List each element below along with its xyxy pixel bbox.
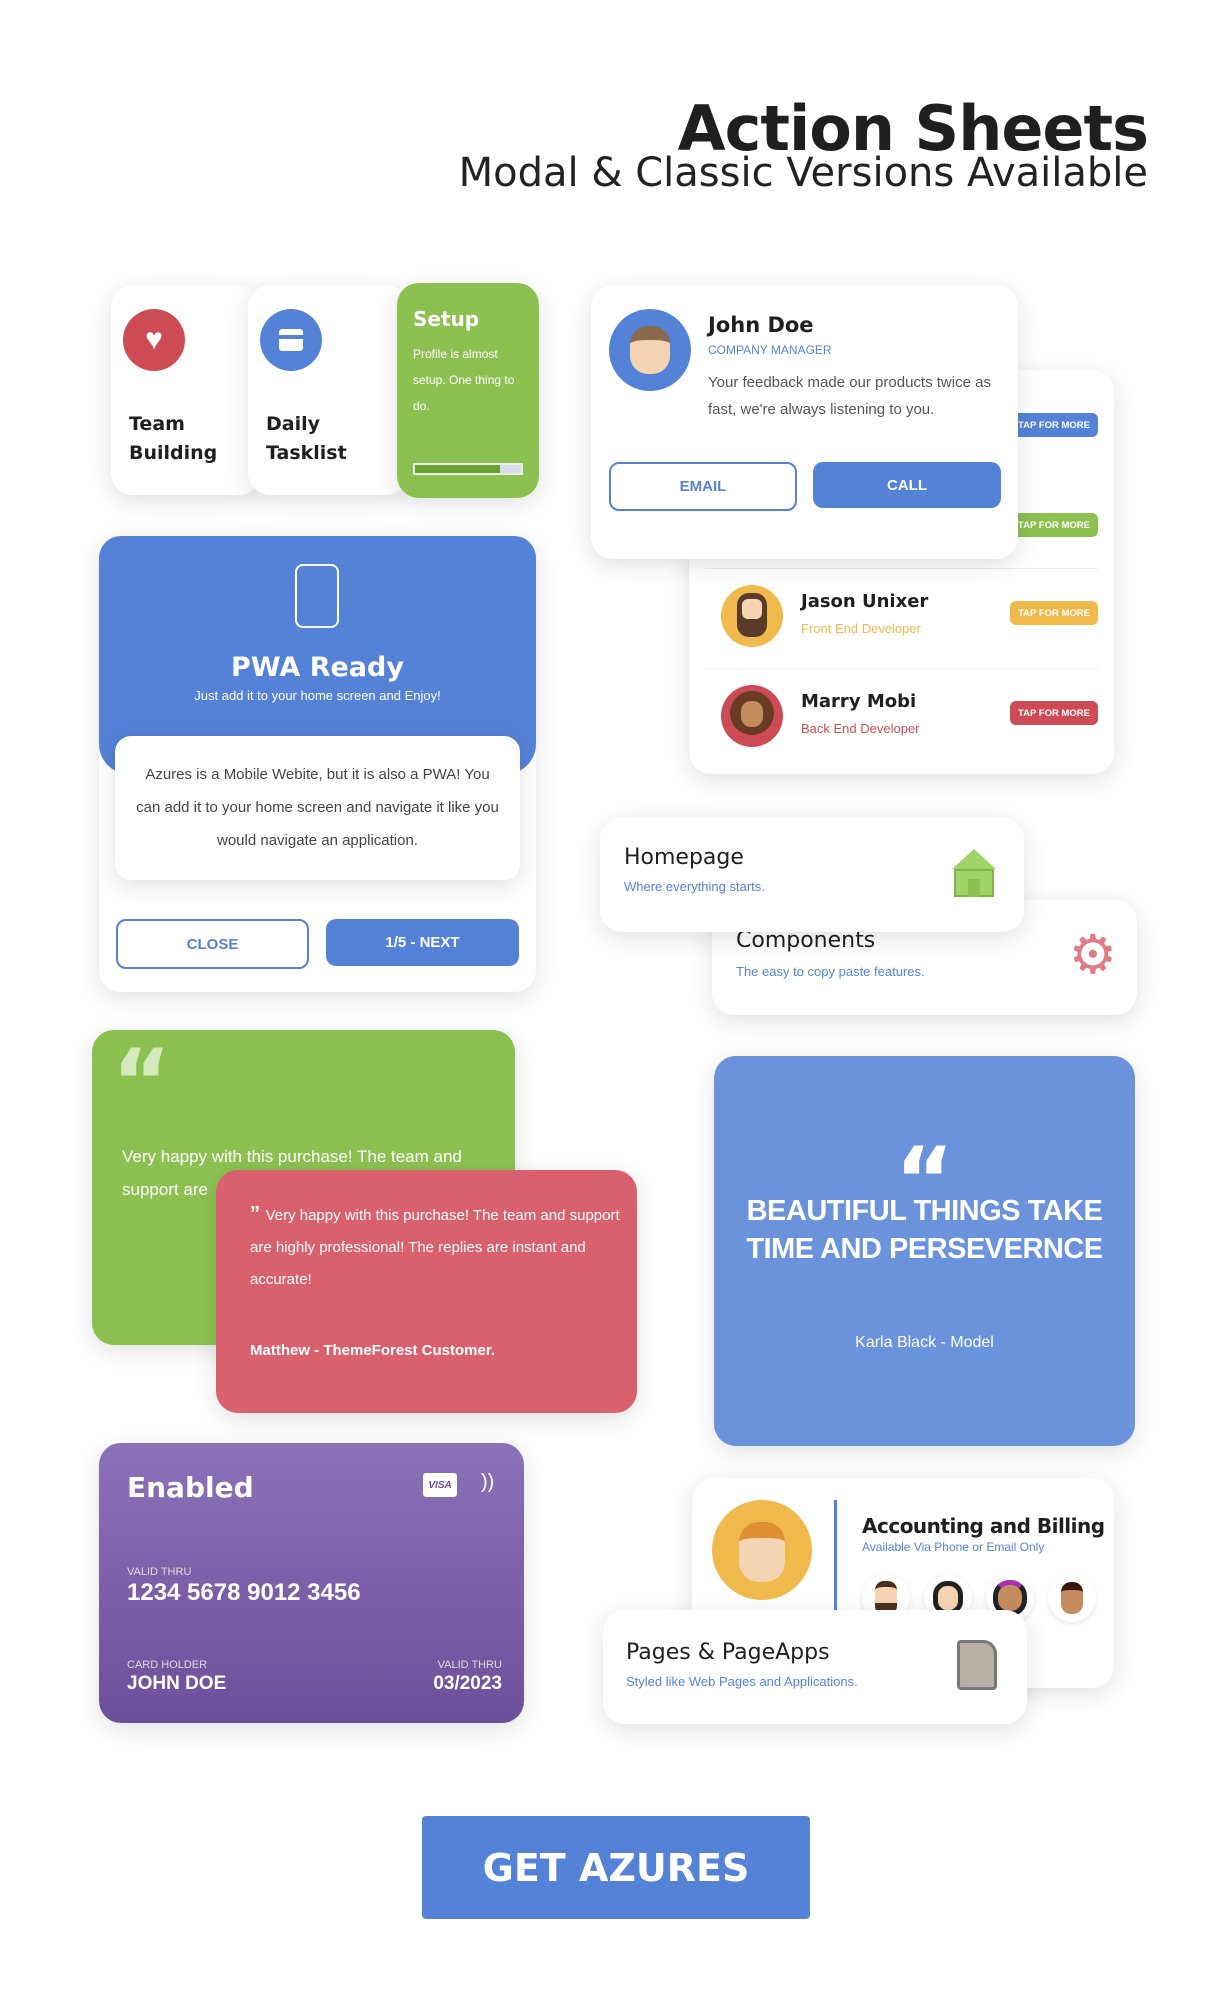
profile-card: John Doe COMPANY MANAGER Your feedback m… bbox=[591, 285, 1018, 559]
heart-icon: ♥ bbox=[123, 309, 185, 371]
contact-name: Marry Mobi bbox=[801, 691, 917, 712]
quote-icon: “ bbox=[112, 1030, 172, 1135]
card-number: 1234 5678 9012 3456 bbox=[127, 1579, 361, 1606]
pages-item[interactable]: Pages & PageApps Styled like Web Pages a… bbox=[603, 1610, 1027, 1724]
tile-daily-tasklist[interactable]: Daily Tasklist bbox=[248, 285, 408, 495]
visa-icon: VISA bbox=[423, 1473, 457, 1497]
profile-role: COMPANY MANAGER bbox=[708, 343, 832, 357]
avatar bbox=[721, 585, 783, 647]
tap-for-more-button[interactable]: TAP FOR MORE bbox=[1010, 513, 1098, 537]
profile-name: John Doe bbox=[708, 313, 814, 337]
pwa-subtitle: Just add it to your home screen and Enjo… bbox=[194, 688, 441, 703]
homepage-item[interactable]: Homepage Where everything starts. bbox=[600, 817, 1024, 932]
contactless-icon: )) bbox=[481, 1471, 495, 1493]
pwa-title: PWA Ready bbox=[231, 652, 404, 683]
avatar bbox=[609, 309, 691, 391]
setup-progress bbox=[413, 463, 523, 475]
tap-for-more-button[interactable]: TAP FOR MORE bbox=[1010, 701, 1098, 725]
valid-thru: 03/2023 bbox=[433, 1673, 502, 1694]
number-label: VALID THRU bbox=[127, 1566, 192, 1578]
quote-text: BEAUTIFUL THINGS TAKE TIME AND PERSEVERN… bbox=[746, 1195, 1103, 1265]
tap-for-more-button[interactable]: TAP FOR MORE bbox=[1010, 413, 1098, 437]
tile-label: Team bbox=[129, 413, 185, 435]
email-button[interactable]: EMAIL bbox=[609, 462, 797, 511]
testimonial-author: Matthew - ThemeForest Customer. bbox=[250, 1342, 496, 1359]
homepage-title: Homepage bbox=[624, 845, 744, 870]
setup-title: Setup bbox=[413, 307, 480, 331]
tap-for-more-button[interactable]: TAP FOR MORE bbox=[1010, 601, 1098, 625]
profile-text: Your feedback made our products twice as… bbox=[708, 374, 991, 418]
phone-icon bbox=[295, 564, 339, 628]
setup-text: Profile is almost setup. One thing to do… bbox=[413, 347, 515, 413]
avatar bbox=[712, 1500, 812, 1600]
holder-label: CARD HOLDER bbox=[127, 1659, 208, 1671]
call-button[interactable]: CALL bbox=[813, 462, 1001, 508]
pwa-text: Azures is a Mobile Webite, but it is als… bbox=[115, 736, 520, 880]
tile-label: Daily bbox=[266, 413, 321, 435]
avatar[interactable] bbox=[1048, 1574, 1096, 1622]
calendar-icon bbox=[260, 309, 322, 371]
accounting-subtitle: Available Via Phone or Email Only bbox=[862, 1540, 1045, 1554]
setup-card[interactable]: Setup Profile is almost setup. One thing… bbox=[397, 283, 539, 498]
avatar bbox=[721, 685, 783, 747]
list-item[interactable]: Jason Unixer Front End Developer TAP FOR… bbox=[705, 568, 1098, 668]
tile-team-building[interactable]: ♥ Team Building bbox=[111, 285, 261, 495]
valid-label: VALID THRU bbox=[437, 1659, 502, 1671]
get-azures-button[interactable]: GET AZURES bbox=[422, 1816, 810, 1919]
testimonial-red: ” Very happy with this purchase! The tea… bbox=[216, 1170, 637, 1413]
pwa-card: PWA Ready Just add it to your home scree… bbox=[99, 536, 536, 992]
tile-label: Building bbox=[129, 442, 218, 464]
pages-title: Pages & PageApps bbox=[626, 1640, 830, 1665]
contact-name: Jason Unixer bbox=[801, 591, 929, 612]
quote-icon: ” bbox=[250, 1203, 266, 1225]
quote-card: “ BEAUTIFUL THINGS TAKE TIME AND PERSEVE… bbox=[714, 1056, 1135, 1446]
next-button[interactable]: 1/5 - NEXT bbox=[326, 919, 519, 966]
list-item[interactable]: Marry Mobi Back End Developer TAP FOR MO… bbox=[705, 668, 1098, 768]
file-icon bbox=[957, 1640, 997, 1690]
components-subtitle: The easy to copy paste features. bbox=[736, 964, 925, 979]
pages-subtitle: Styled like Web Pages and Applications. bbox=[626, 1674, 858, 1689]
accounting-title: Accounting and Billing bbox=[862, 1514, 1105, 1538]
tile-label: Tasklist bbox=[266, 442, 347, 464]
credit-card[interactable]: Enabled VISA )) VALID THRU 1234 5678 901… bbox=[99, 1443, 524, 1723]
gear-icon: ⚙ bbox=[1068, 925, 1117, 985]
contact-role: Front End Developer bbox=[801, 621, 921, 636]
contact-role: Back End Developer bbox=[801, 721, 920, 736]
card-holder: JOHN DOE bbox=[127, 1673, 227, 1694]
divider bbox=[834, 1500, 837, 1610]
quote-author: Karla Black - Model bbox=[855, 1334, 994, 1351]
homepage-subtitle: Where everything starts. bbox=[624, 879, 765, 894]
close-button[interactable]: CLOSE bbox=[116, 919, 309, 969]
card-status: Enabled bbox=[127, 1471, 254, 1504]
page-subtitle: Modal & Classic Versions Available bbox=[458, 150, 1148, 196]
testimonial-text: Very happy with this purchase! The team … bbox=[250, 1207, 620, 1288]
home-icon bbox=[952, 849, 996, 897]
